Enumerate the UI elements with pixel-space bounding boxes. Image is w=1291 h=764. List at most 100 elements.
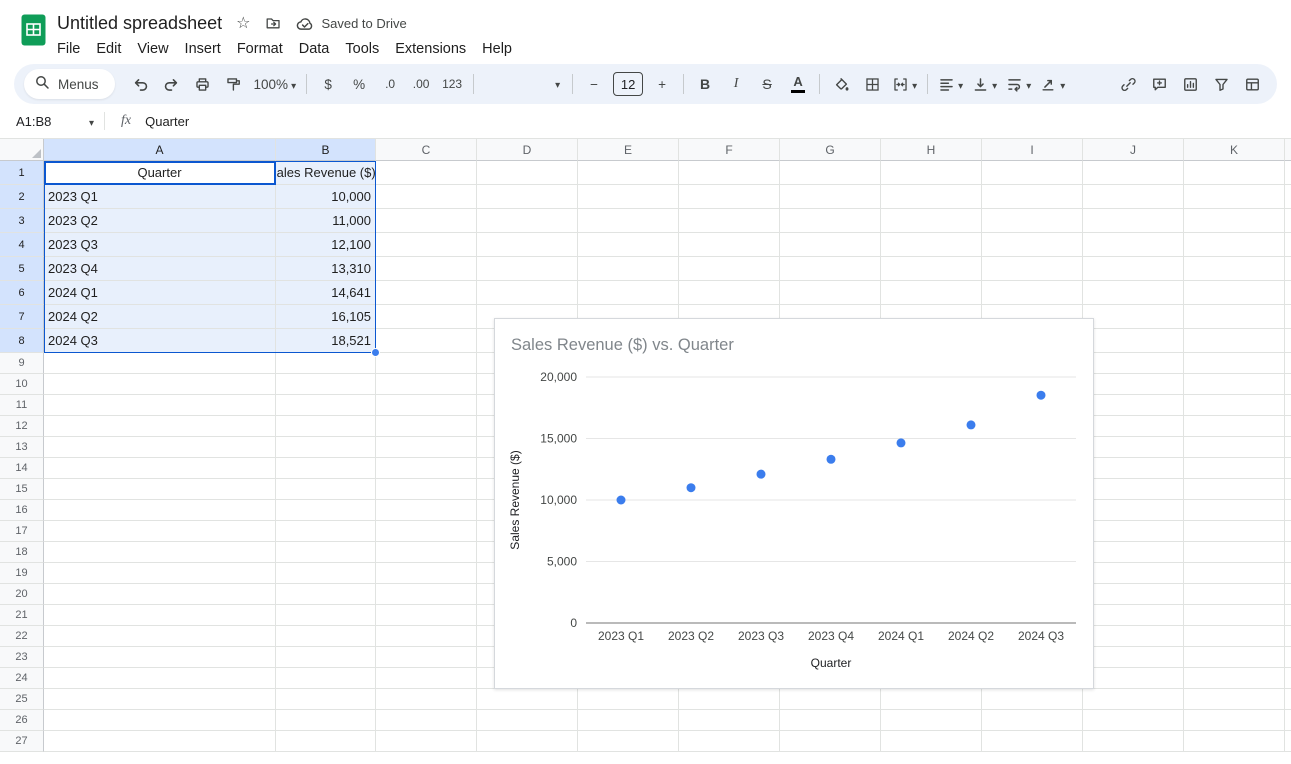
sheets-logo-icon[interactable] [20, 12, 47, 53]
cell-I4[interactable] [982, 233, 1083, 257]
row-header-6[interactable]: 6 [0, 281, 44, 305]
cell-H2[interactable] [881, 185, 982, 209]
cell-J18[interactable] [1083, 542, 1184, 563]
cell-J4[interactable] [1083, 233, 1184, 257]
cell-D4[interactable] [477, 233, 578, 257]
cell-B10[interactable] [276, 374, 376, 395]
create-filter-button[interactable] [1206, 70, 1236, 98]
format-currency-button[interactable]: $ [313, 70, 343, 98]
cell-B21[interactable] [276, 605, 376, 626]
cell-C24[interactable] [376, 668, 477, 689]
cell-G3[interactable] [780, 209, 881, 233]
cell-E2[interactable] [578, 185, 679, 209]
row-header-27[interactable]: 27 [0, 731, 44, 752]
cell-K21[interactable] [1184, 605, 1285, 626]
cell-J2[interactable] [1083, 185, 1184, 209]
cell-C14[interactable] [376, 458, 477, 479]
cell-K4[interactable] [1184, 233, 1285, 257]
cell-A14[interactable] [44, 458, 276, 479]
row-header-14[interactable]: 14 [0, 458, 44, 479]
cell-A22[interactable] [44, 626, 276, 647]
row-header-17[interactable]: 17 [0, 521, 44, 542]
cell-A8[interactable]: 2024 Q3 [44, 329, 276, 353]
menu-file[interactable]: File [49, 39, 88, 59]
cell-C26[interactable] [376, 710, 477, 731]
column-header-H[interactable]: H [881, 139, 982, 161]
cell-J10[interactable] [1083, 374, 1184, 395]
cell-B12[interactable] [276, 416, 376, 437]
cell-D27[interactable] [477, 731, 578, 752]
document-title[interactable]: Untitled spreadsheet [57, 13, 222, 34]
cell-K8[interactable] [1184, 329, 1285, 353]
cell-C1[interactable] [376, 161, 477, 185]
cell-A4[interactable]: 2023 Q3 [44, 233, 276, 257]
cell-B11[interactable] [276, 395, 376, 416]
cell-B6[interactable]: 14,641 [276, 281, 376, 305]
cell-K5[interactable] [1184, 257, 1285, 281]
table-views-button[interactable] [1237, 70, 1267, 98]
text-rotation-button[interactable] [1036, 70, 1069, 98]
column-header-E[interactable]: E [578, 139, 679, 161]
cell-A10[interactable] [44, 374, 276, 395]
cell-C8[interactable] [376, 329, 477, 353]
row-header-23[interactable]: 23 [0, 647, 44, 668]
cell-C13[interactable] [376, 437, 477, 458]
cell-K14[interactable] [1184, 458, 1285, 479]
row-header-21[interactable]: 21 [0, 605, 44, 626]
cell-K6[interactable] [1184, 281, 1285, 305]
cell-B26[interactable] [276, 710, 376, 731]
menu-extensions[interactable]: Extensions [387, 39, 474, 59]
cell-D5[interactable] [477, 257, 578, 281]
cell-J6[interactable] [1083, 281, 1184, 305]
borders-button[interactable] [857, 70, 887, 98]
column-header-B[interactable]: B [276, 139, 376, 161]
cell-J12[interactable] [1083, 416, 1184, 437]
cell-H4[interactable] [881, 233, 982, 257]
cell-B5[interactable]: 13,310 [276, 257, 376, 281]
decrease-font-size-button[interactable]: − [579, 70, 609, 98]
cell-A3[interactable]: 2023 Q2 [44, 209, 276, 233]
cell-K16[interactable] [1184, 500, 1285, 521]
cell-C3[interactable] [376, 209, 477, 233]
cell-F3[interactable] [679, 209, 780, 233]
cell-G6[interactable] [780, 281, 881, 305]
cell-J22[interactable] [1083, 626, 1184, 647]
cell-K7[interactable] [1184, 305, 1285, 329]
cell-A18[interactable] [44, 542, 276, 563]
cell-D3[interactable] [477, 209, 578, 233]
cell-B18[interactable] [276, 542, 376, 563]
cell-E5[interactable] [578, 257, 679, 281]
cell-G27[interactable] [780, 731, 881, 752]
cell-A6[interactable]: 2024 Q1 [44, 281, 276, 305]
name-box[interactable]: A1:B8 [0, 114, 104, 129]
italic-button[interactable]: I [721, 70, 751, 98]
cell-B3[interactable]: 11,000 [276, 209, 376, 233]
cell-I25[interactable] [982, 689, 1083, 710]
cell-H3[interactable] [881, 209, 982, 233]
cell-G4[interactable] [780, 233, 881, 257]
cell-C5[interactable] [376, 257, 477, 281]
cell-J27[interactable] [1083, 731, 1184, 752]
row-header-5[interactable]: 5 [0, 257, 44, 281]
row-header-7[interactable]: 7 [0, 305, 44, 329]
cell-J26[interactable] [1083, 710, 1184, 731]
cell-J17[interactable] [1083, 521, 1184, 542]
cell-A24[interactable] [44, 668, 276, 689]
cell-A2[interactable]: 2023 Q1 [44, 185, 276, 209]
cell-J20[interactable] [1083, 584, 1184, 605]
menu-format[interactable]: Format [229, 39, 291, 59]
insert-link-button[interactable] [1113, 70, 1143, 98]
cell-B24[interactable] [276, 668, 376, 689]
cell-K26[interactable] [1184, 710, 1285, 731]
row-header-10[interactable]: 10 [0, 374, 44, 395]
cell-J13[interactable] [1083, 437, 1184, 458]
cell-J8[interactable] [1083, 329, 1184, 353]
cell-C16[interactable] [376, 500, 477, 521]
cell-I6[interactable] [982, 281, 1083, 305]
merge-cells-button[interactable] [888, 70, 921, 98]
cell-A21[interactable] [44, 605, 276, 626]
row-header-13[interactable]: 13 [0, 437, 44, 458]
strikethrough-button[interactable]: S [752, 70, 782, 98]
cell-G26[interactable] [780, 710, 881, 731]
cell-C10[interactable] [376, 374, 477, 395]
